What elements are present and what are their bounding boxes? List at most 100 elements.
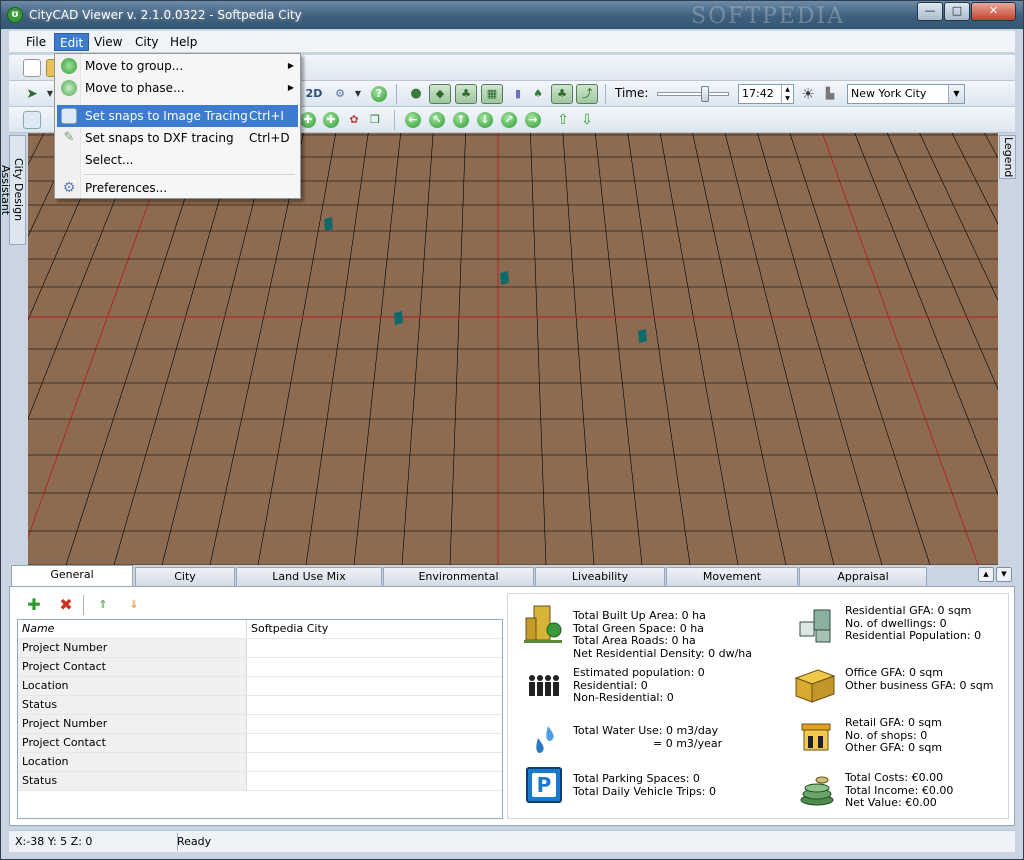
total-water-use-year: = 0 m3/year <box>653 736 723 750</box>
title-bar: ʊ CityCAD Viewer v. 2.1.0.0322 - Softped… <box>1 1 1023 29</box>
lower-icon[interactable]: ⇩ <box>578 111 596 129</box>
area-stats: Total Built Up Area: 0 ha Total Green Sp… <box>573 609 752 660</box>
new-file-icon[interactable] <box>23 59 41 77</box>
property-row[interactable]: Status <box>18 772 502 791</box>
time-spinner[interactable]: ▲ ▼ <box>781 85 793 103</box>
city-marker[interactable] <box>500 271 509 285</box>
road-toggle-icon[interactable]: ⤴ <box>576 84 598 104</box>
statistics-panel: Total Built Up Area: 0 ha Total Green Sp… <box>507 593 1009 819</box>
menu-view[interactable]: View <box>89 33 127 51</box>
skyline-icon[interactable]: ▙ <box>821 85 839 103</box>
city-select[interactable]: New York City ▼ <box>847 84 965 104</box>
other-business-gfa: Other business GFA: 0 sqm <box>845 678 994 692</box>
property-row[interactable]: Project Contact <box>18 734 502 753</box>
total-costs: Total Costs: €0.00 <box>845 771 944 784</box>
population-stats: Estimated population: 0 Residential: 0 N… <box>573 666 705 705</box>
add-node-icon[interactable]: ✚ <box>300 112 316 128</box>
tab-general[interactable]: General <box>11 565 133 586</box>
tab-liveability[interactable]: Liveability <box>535 567 665 586</box>
net-value: Net Value: €0.00 <box>845 796 937 809</box>
image-trace-icon[interactable] <box>23 111 41 129</box>
tab-environmental[interactable]: Environmental <box>383 567 534 586</box>
property-row[interactable]: Name Softpedia City <box>18 620 502 639</box>
tree-toggle-icon[interactable]: ♣ <box>455 84 477 104</box>
menu-item-preferences[interactable]: ⚙ Preferences... <box>57 177 298 199</box>
property-row[interactable]: Project Number <box>18 715 502 734</box>
shop-icon <box>801 723 831 751</box>
property-row[interactable]: Project Number <box>18 639 502 658</box>
tab-movement[interactable]: Movement <box>666 567 798 586</box>
house-icon[interactable]: ● <box>407 85 425 103</box>
city-marker[interactable] <box>394 311 403 325</box>
trees-toggle-icon[interactable]: ♣ <box>551 84 573 104</box>
property-row[interactable]: Location <box>18 677 502 696</box>
delete-property-icon[interactable]: ✖ <box>57 596 75 614</box>
property-value[interactable]: Softpedia City <box>251 620 328 638</box>
city-design-assistant-tab[interactable]: City Design Assistant <box>0 135 26 245</box>
chevron-down-icon[interactable]: ▼ <box>948 85 964 103</box>
tab-scroll-down-icon[interactable]: ▼ <box>996 567 1012 582</box>
add-block-icon[interactable]: ✚ <box>323 112 339 128</box>
property-row[interactable]: Project Contact <box>18 658 502 677</box>
total-daily-vehicle-trips: Total Daily Vehicle Trips: 0 <box>573 784 716 798</box>
arrow-down-icon[interactable]: ↓ <box>477 112 493 128</box>
city-marker[interactable] <box>638 329 647 343</box>
city-marker[interactable] <box>324 217 333 231</box>
menu-item-move-to-group[interactable]: Move to group... ▶ <box>57 55 298 77</box>
add-property-icon[interactable]: ✚ <box>25 596 43 614</box>
plant-icon[interactable]: ♠ <box>529 85 547 103</box>
residential-gfa: Residential GFA: 0 sqm <box>845 604 972 617</box>
menu-item-label: Set snaps to Image Tracing <box>85 109 248 123</box>
pointer-icon[interactable]: ➤ <box>23 85 41 103</box>
residential-population: Residential Population: 0 <box>845 629 982 642</box>
property-key: Project Number <box>18 639 247 657</box>
grid-toggle-icon[interactable]: ▦ <box>481 84 503 104</box>
tab-appraisal[interactable]: Appraisal <box>799 567 927 586</box>
maximize-button[interactable]: □ <box>944 2 970 21</box>
water-stats: Total Water Use: 0 m3/day = 0 m3/year <box>573 724 723 750</box>
minimize-button[interactable]: — <box>917 2 943 21</box>
building-icon[interactable]: ▮ <box>509 85 527 103</box>
menu-file[interactable]: File <box>21 33 51 51</box>
delete-block-icon[interactable]: ✿ <box>345 111 363 129</box>
arrow-up-right-icon[interactable]: ↗ <box>501 112 517 128</box>
menu-help[interactable]: Help <box>165 33 202 51</box>
view-2d-icon[interactable]: 2D <box>305 85 323 103</box>
tab-city[interactable]: City <box>135 567 235 586</box>
time-input[interactable]: 17:42 ▲ ▼ <box>738 84 794 104</box>
property-row[interactable]: Status <box>18 696 502 715</box>
arrow-left-icon[interactable]: ← <box>405 112 421 128</box>
sun-icon[interactable]: ☀ <box>799 85 817 103</box>
arrow-right-icon[interactable]: → <box>525 112 541 128</box>
tab-scroll-up-icon[interactable]: ▲ <box>978 567 994 582</box>
residential-stats: Residential GFA: 0 sqm No. of dwellings:… <box>845 604 982 643</box>
close-button[interactable]: ✕ <box>971 2 1016 21</box>
menu-item-move-to-phase[interactable]: Move to phase... ▶ <box>57 77 298 99</box>
terrain-toggle-icon[interactable]: ◆ <box>429 84 451 104</box>
move-down-icon[interactable]: ⇓ <box>125 596 143 614</box>
time-slider-track[interactable] <box>657 92 729 96</box>
arrow-up-left-icon[interactable]: ↖ <box>429 112 445 128</box>
legend-tab[interactable]: Legend <box>999 135 1016 179</box>
raise-icon[interactable]: ⇧ <box>554 111 572 129</box>
parking-icon: P <box>526 767 562 803</box>
menu-item-label: Move to phase... <box>85 81 185 95</box>
settings-gear-icon[interactable]: ⚙ <box>331 85 349 103</box>
menu-item-select[interactable]: Select... <box>57 149 298 171</box>
total-built-up-area: Total Built Up Area: 0 ha <box>573 609 706 622</box>
menu-item-label: Preferences... <box>85 181 168 195</box>
total-area-roads: Total Area Roads: 0 ha <box>573 634 696 647</box>
menu-city[interactable]: City <box>130 33 164 51</box>
property-row[interactable]: Location <box>18 753 502 772</box>
menu-item-snaps-image-tracing[interactable]: Set snaps to Image Tracing Ctrl+I <box>57 105 298 127</box>
settings-dropdown-icon[interactable]: ▼ <box>349 85 367 103</box>
menu-edit[interactable]: Edit <box>54 33 90 51</box>
copy-block-icon[interactable]: ❐ <box>366 111 384 129</box>
move-up-icon[interactable]: ⇑ <box>94 596 112 614</box>
tab-land-use-mix[interactable]: Land Use Mix <box>236 567 382 586</box>
help-icon[interactable]: ? <box>371 86 387 102</box>
arrow-up-icon[interactable]: ↑ <box>453 112 469 128</box>
menu-item-snaps-dxf-tracing[interactable]: ✎ Set snaps to DXF tracing Ctrl+D <box>57 127 298 149</box>
time-slider-thumb[interactable] <box>701 86 710 102</box>
property-key: Project Number <box>18 715 247 733</box>
